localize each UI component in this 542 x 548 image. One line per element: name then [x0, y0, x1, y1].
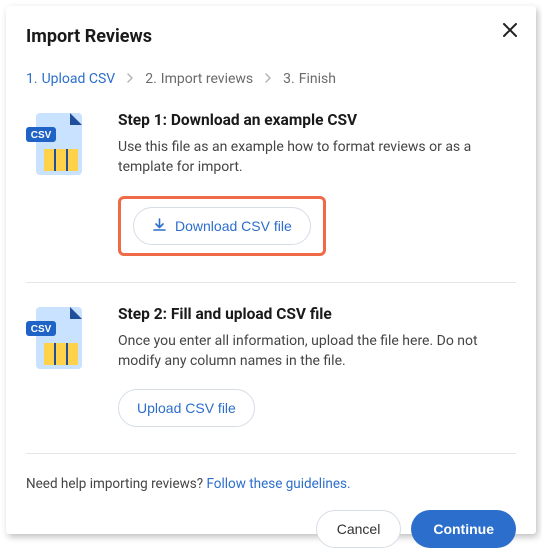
step-2-description: Once you enter all information, upload t… — [118, 331, 516, 372]
download-icon — [152, 218, 167, 233]
step-1-title: Step 1: Download an example CSV — [118, 111, 516, 129]
modal-title: Import Reviews — [26, 26, 516, 47]
continue-button[interactable]: Continue — [411, 510, 516, 548]
help-text: Need help importing reviews? Follow thes… — [26, 476, 516, 492]
section-divider — [26, 453, 516, 454]
chevron-right-icon — [265, 71, 271, 87]
csv-file-icon: CSV — [26, 305, 96, 381]
step-1-description: Use this file as an example how to forma… — [118, 137, 516, 178]
step-2-section: CSV Step 2: Fill and upload CSV file Onc… — [26, 303, 516, 450]
cancel-button[interactable]: Cancel — [316, 510, 402, 548]
close-button[interactable] — [500, 20, 520, 40]
import-reviews-modal: Import Reviews 1. Upload CSV 2. Import r… — [6, 6, 536, 534]
step-1-section: CSV Step 1: Download an example CSV Use … — [26, 109, 516, 278]
section-divider — [26, 282, 516, 283]
breadcrumb-step-upload-csv[interactable]: 1. Upload CSV — [26, 71, 115, 87]
upload-csv-button[interactable]: Upload CSV file — [118, 389, 255, 427]
breadcrumb-step-finish[interactable]: 3. Finish — [283, 71, 336, 87]
breadcrumb-step-import-reviews[interactable]: 2. Import reviews — [145, 71, 253, 87]
svg-text:CSV: CSV — [31, 130, 52, 141]
step-2-title: Step 2: Fill and upload CSV file — [118, 305, 516, 323]
svg-text:CSV: CSV — [31, 324, 52, 335]
download-button-highlight: Download CSV file — [118, 196, 326, 256]
close-icon — [503, 23, 517, 37]
breadcrumb: 1. Upload CSV 2. Import reviews 3. Finis… — [26, 71, 516, 87]
chevron-right-icon — [127, 71, 133, 87]
csv-file-icon: CSV — [26, 111, 96, 187]
upload-csv-button-label: Upload CSV file — [137, 400, 236, 416]
help-guidelines-link[interactable]: Follow these guidelines. — [206, 476, 350, 492]
download-csv-button[interactable]: Download CSV file — [133, 207, 311, 245]
download-csv-button-label: Download CSV file — [175, 218, 292, 234]
